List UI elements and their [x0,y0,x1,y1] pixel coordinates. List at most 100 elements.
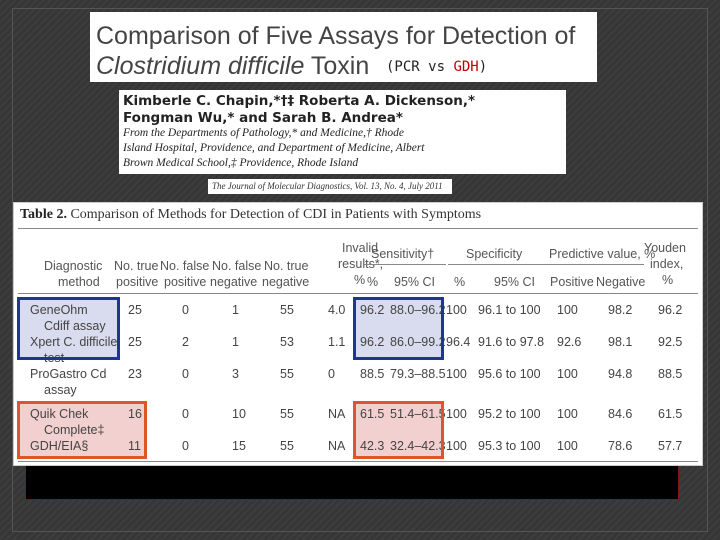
sens-ci-header: 95% CI [394,275,435,289]
cell-ppv: 100 [557,439,578,453]
predictive-rule [548,264,644,265]
authors-line-2: Fongman Wu,* and Sarah B. Andrea* [123,110,403,126]
tp-header-2: positive [116,275,159,289]
cell-specificity: 100 [446,367,467,381]
subtitle-suffix: ) [478,59,488,75]
cell-youden: 57.7 [658,439,683,453]
method-header-2: method [58,275,100,289]
pcr-sensitivity-box [353,297,444,360]
cell-false-negative: 1 [232,303,239,317]
cell-specificity-ci: 95.2 to 100 [478,407,541,421]
specificity-rule [448,264,550,265]
cell-true-negative: 55 [280,439,294,453]
affiliation-line-2: Island Hospital, Providence, and Departm… [123,142,425,154]
authors-line-1: Kimberle C. Chapin,*†‡ Roberta A. Dicken… [123,93,476,109]
subtitle-prefix: (PCR vs [386,59,454,75]
cell-true-negative: 55 [280,303,294,317]
fp-header-2: positive [164,275,207,289]
cell-false-negative: 3 [232,367,239,381]
cell-true-positive: 25 [128,335,142,349]
cell-npv: 84.6 [608,407,633,421]
table-bottom-rule [18,461,698,462]
fp-header-1: No. false [160,259,210,273]
spec-pct-header: % [454,275,466,289]
cell-specificity-ci: 95.3 to 100 [478,439,541,453]
cell-npv: 98.1 [608,335,633,349]
subtitle-gdh: GDH [453,59,479,75]
cell-method: ProGastro Cd [30,367,107,381]
cell-npv: 94.8 [608,367,633,381]
fn-header-2: negative [210,275,258,289]
cell-npv: 78.6 [608,439,633,453]
header-bottom-rule [18,293,698,294]
cell-specificity: 100 [446,439,467,453]
cell-false-negative: 1 [232,335,239,349]
sens-pct-header: % [367,275,379,289]
cell-false-negative: 15 [232,439,246,453]
cell-invalid-results: NA [328,407,346,421]
authors-card: Kimberle C. Chapin,*†‡ Roberta A. Dicken… [119,90,566,174]
table-caption-label: Table 2. [20,207,67,222]
title-subtitle: (PCR vs GDH) [386,59,487,75]
cell-sensitivity-ci: 79.3–88.5 [390,367,446,381]
pcr-method-box [17,297,120,360]
tp-header-1: No. true [114,259,159,273]
cell-ppv: 100 [557,303,578,317]
title-toxin: Toxin [304,52,370,80]
cell-true-negative: 55 [280,407,294,421]
cell-invalid-results: NA [328,439,346,453]
sensitivity-header: Sensitivity† [371,247,435,261]
cell-specificity: 100 [446,303,467,317]
cell-true-positive: 25 [128,303,142,317]
cell-specificity-ci: 95.6 to 100 [478,367,541,381]
cell-method-line-2: assay [44,383,77,397]
title-line-2: Clostridium difficile Toxin [96,52,369,81]
cell-npv: 98.2 [608,303,633,317]
tn-header-2: negative [262,275,310,289]
cell-invalid-results: 0 [328,367,335,381]
cell-false-positive: 0 [182,367,189,381]
title-card: Comparison of Five Assays for Detection … [90,12,597,82]
journal-citation: The Journal of Molecular Diagnostics, Vo… [208,179,452,194]
npv-header: Negative [596,275,646,289]
results-table: Table 2. Comparison of Methods for Detec… [13,202,703,466]
cell-specificity-ci: 96.1 to 100 [478,303,541,317]
cell-ppv: 100 [557,367,578,381]
invalid-header-3: % [354,273,366,287]
youden-header-3: % [662,273,674,287]
specificity-header: Specificity [466,247,523,261]
cell-invalid-results: 4.0 [328,303,346,317]
spec-ci-header: 95% CI [494,275,535,289]
cell-true-negative: 53 [280,335,294,349]
cell-specificity: 96.4 [446,335,471,349]
cell-ppv: 100 [557,407,578,421]
ppv-header: Positive [550,275,594,289]
gdh-method-box [17,401,147,459]
cell-true-positive: 23 [128,367,142,381]
cell-true-negative: 55 [280,367,294,381]
cell-false-positive: 2 [182,335,189,349]
method-header-1: Diagnostic [44,259,103,273]
cell-specificity: 100 [446,407,467,421]
sensitivity-rule [364,264,446,265]
table-caption-text: Comparison of Methods for Detection of C… [66,207,482,222]
cell-false-positive: 0 [182,303,189,317]
cell-youden: 92.5 [658,335,683,349]
predictive-header: Predictive value, % [549,247,656,261]
fn-header-1: No. false [212,259,262,273]
cell-youden: 96.2 [658,303,683,317]
cell-false-negative: 10 [232,407,246,421]
affiliation-line-3: Brown Medical School,‡ Providence, Rhode… [123,157,359,169]
cell-youden: 88.5 [658,367,683,381]
tn-header-1: No. true [264,259,309,273]
cell-youden: 61.5 [658,407,683,421]
cell-specificity-ci: 91.6 to 97.8 [478,335,545,349]
gdh-sensitivity-box [353,401,444,459]
youden-header-2: index, [650,257,684,271]
cell-false-positive: 0 [182,439,189,453]
cell-sensitivity: 88.5 [360,367,385,381]
cell-false-positive: 0 [182,407,189,421]
title-organism: Clostridium difficile [96,52,305,80]
youden-header-1: Youden [644,241,686,255]
table-caption: Table 2. Comparison of Methods for Detec… [20,207,481,223]
